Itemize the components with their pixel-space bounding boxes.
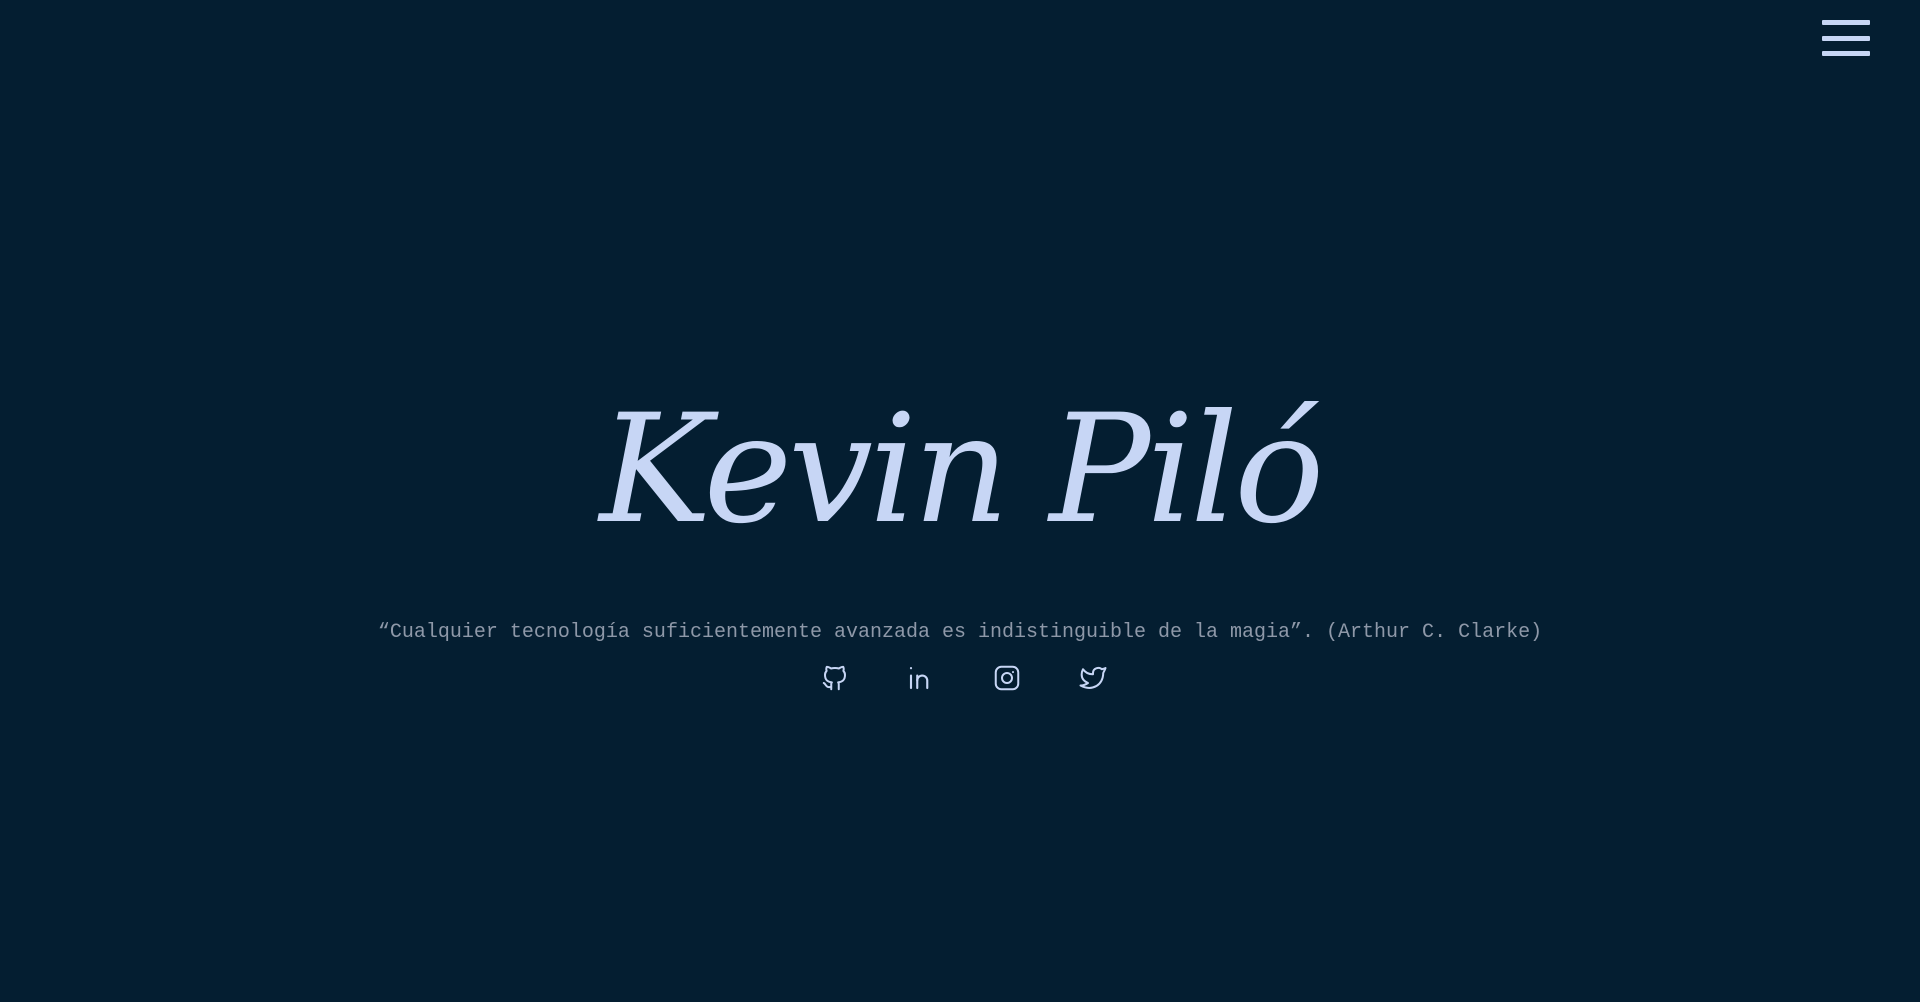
social-links (0, 663, 1920, 697)
instagram-link[interactable] (992, 663, 1022, 697)
hero-section: Kevin Piló “Cualquier tecnología suficie… (0, 0, 1920, 1002)
github-link[interactable] (820, 663, 850, 697)
linkedin-link[interactable] (906, 663, 936, 697)
hero-quote: “Cualquier tecnología suficientemente av… (377, 621, 1543, 644)
github-icon (822, 665, 846, 691)
twitter-icon (1079, 666, 1107, 689)
linkedin-icon (909, 666, 929, 690)
instagram-icon (994, 665, 1020, 691)
site-name: Kevin Piló (599, 383, 1325, 557)
twitter-link[interactable] (1078, 663, 1108, 697)
